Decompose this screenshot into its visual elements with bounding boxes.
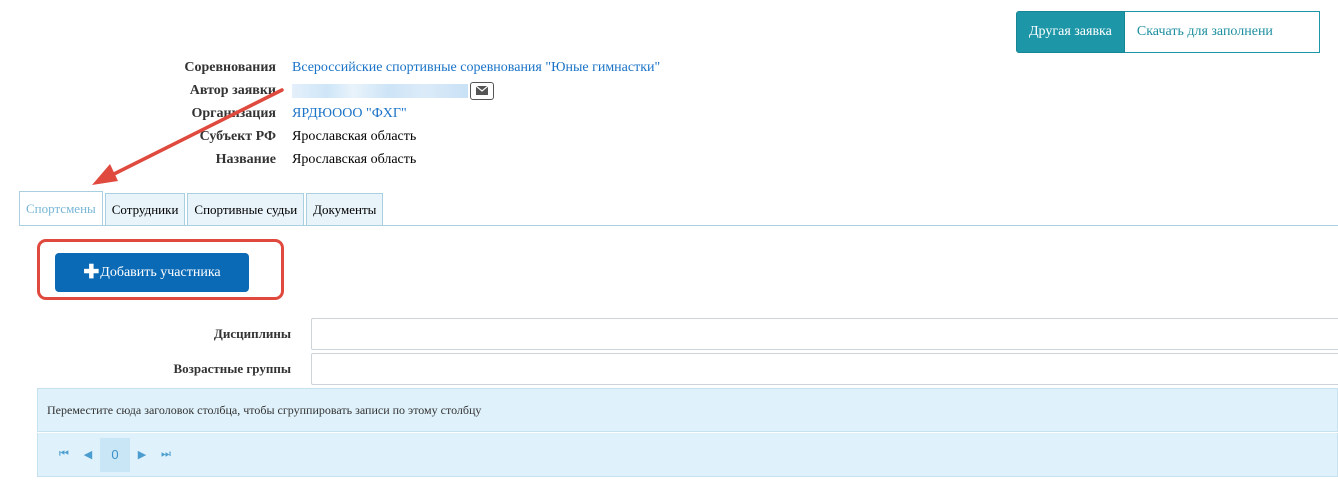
age-groups-label: Возрастные группы [173,361,291,376]
add-participant-label: Добавить участника [100,264,221,280]
first-page-icon[interactable]: ⏮ [52,448,76,461]
group-panel-hint: Переместите сюда заголовок столбца, чтоб… [47,402,482,417]
request-info: Соревнования Всероссийские спортивные со… [140,56,660,171]
tab-judges[interactable]: Спортивные судьи [187,193,305,226]
download-button[interactable]: Скачать для заполнени [1124,11,1320,53]
age-groups-row: Возрастные группы [36,353,1338,385]
tab-panel-border [19,225,1338,226]
other-request-button[interactable]: Другая заявка [1016,11,1125,53]
age-groups-input[interactable] [311,353,1338,385]
name-label: Название [215,151,276,167]
grid-pager: ⏮ ◀ 0 ▶ ⏭ [37,433,1338,477]
grid-group-panel[interactable]: Переместите сюда заголовок столбца, чтоб… [37,388,1338,432]
top-actions: Другая заявка Скачать для заполнени [1016,11,1320,53]
add-participant-button[interactable]: ✚ Добавить участника [55,253,249,292]
competition-link[interactable]: Всероссийские спортивные соревнования "Ю… [292,60,660,76]
envelope-icon[interactable] [470,81,494,100]
plus-icon: ✚ [83,262,100,283]
author-label: Автор заявки [189,82,276,98]
author-redacted [292,83,468,98]
disciplines-row: Дисциплины [36,318,1338,350]
tab-strip: Спортсмены Сотрудники Спортивные судьи Д… [19,191,385,226]
tab-staff[interactable]: Сотрудники [104,193,186,226]
author-row: Автор заявки [140,79,660,102]
competition-row: Соревнования Всероссийские спортивные со… [140,56,660,79]
tab-athletes[interactable]: Спортсмены [19,191,103,226]
name-row: Название Ярославская область [140,148,660,171]
subject-value: Ярославская область [292,128,417,144]
disciplines-input[interactable] [311,318,1338,350]
disciplines-label: Дисциплины [213,326,291,341]
prev-page-icon[interactable]: ◀ [76,448,100,461]
name-value: Ярославская область [292,151,417,167]
subject-label: Субъект РФ [199,128,276,144]
organization-link[interactable]: ЯРДЮООО "ФХГ" [292,106,407,122]
organization-label: Организация [191,105,277,121]
subject-row: Субъект РФ Ярославская область [140,125,660,148]
last-page-icon[interactable]: ⏭ [154,448,178,461]
next-page-icon[interactable]: ▶ [130,448,154,461]
current-page-number[interactable]: 0 [100,437,130,472]
competition-label: Соревнования [184,59,276,75]
organization-row: Организация ЯРДЮООО "ФХГ" [140,102,660,125]
tab-documents[interactable]: Документы [306,193,384,226]
